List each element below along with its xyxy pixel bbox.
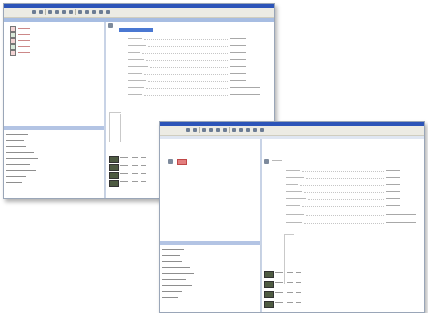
back-window-list: [4, 130, 105, 198]
list-item[interactable]: [6, 158, 38, 159]
property-row: [128, 52, 248, 54]
list-item[interactable]: [162, 267, 190, 268]
tree-item-label: [18, 28, 30, 29]
status-swatch: [264, 281, 274, 288]
cut-icon[interactable]: [216, 128, 220, 132]
bar-row: [264, 271, 324, 278]
list-item[interactable]: [162, 297, 178, 298]
property-row: [286, 198, 406, 200]
list-item[interactable]: [162, 279, 186, 280]
toolbar-separator: [45, 9, 46, 15]
list-item[interactable]: [6, 140, 24, 141]
tree-item-label: [18, 34, 30, 35]
list-item[interactable]: [6, 170, 36, 171]
front-window-list: [160, 245, 261, 312]
toolbar-separator: [199, 127, 200, 133]
status-swatch: [264, 271, 274, 278]
property-row: [128, 59, 248, 61]
back-window-tree-pane: [4, 22, 105, 126]
list-item[interactable]: [6, 134, 28, 135]
property-row: [286, 184, 406, 186]
folder-icon: [168, 159, 173, 164]
copy-icon[interactable]: [223, 128, 227, 132]
list-item[interactable]: [162, 255, 180, 256]
property-row: [128, 94, 268, 96]
property-row: [286, 177, 406, 179]
new-icon[interactable]: [32, 10, 36, 14]
list-item[interactable]: [6, 164, 30, 165]
property-row: [128, 80, 248, 82]
frame-border: [109, 112, 121, 113]
copy-icon[interactable]: [69, 10, 73, 14]
help-icon[interactable]: [106, 10, 110, 14]
header-row: [272, 160, 302, 162]
paste-icon[interactable]: [78, 10, 82, 14]
list-item[interactable]: [162, 261, 182, 262]
selected-tree-item[interactable]: [177, 159, 187, 165]
save-icon[interactable]: [48, 10, 52, 14]
front-window: [159, 121, 425, 313]
open-icon[interactable]: [39, 10, 43, 14]
tree-item-label: [18, 46, 30, 47]
undo-icon[interactable]: [239, 128, 243, 132]
frame-border: [109, 112, 110, 142]
new-icon[interactable]: [186, 128, 190, 132]
property-row: [128, 87, 268, 89]
toolbar-separator: [229, 127, 230, 133]
front-window-detail-pane: [262, 139, 424, 312]
status-swatch: [109, 180, 119, 187]
tree-item-label: [18, 40, 30, 41]
paste-icon[interactable]: [232, 128, 236, 132]
document-icon: [10, 50, 16, 56]
status-swatch: [264, 291, 274, 298]
property-row: [286, 191, 406, 193]
list-item[interactable]: [162, 273, 194, 274]
bar-row: [264, 281, 324, 288]
back-window-toolbar: [4, 8, 274, 18]
redo-icon[interactable]: [92, 10, 96, 14]
find-icon[interactable]: [253, 128, 257, 132]
folder-icon: [108, 23, 113, 28]
property-row: [128, 66, 248, 68]
property-row: [286, 214, 420, 216]
bar-row: [264, 291, 324, 298]
property-row: [286, 222, 420, 224]
status-swatch: [109, 156, 119, 163]
front-window-tree-pane: [160, 139, 261, 241]
find-icon[interactable]: [99, 10, 103, 14]
open-icon[interactable]: [193, 128, 197, 132]
status-swatch: [264, 301, 274, 308]
list-item[interactable]: [6, 146, 26, 147]
front-window-toolbar: [160, 126, 424, 136]
cut-icon[interactable]: [62, 10, 66, 14]
folder-icon: [264, 159, 269, 164]
property-row: [128, 73, 248, 75]
list-item[interactable]: [6, 176, 26, 177]
redo-icon[interactable]: [246, 128, 250, 132]
list-item[interactable]: [6, 152, 34, 153]
list-item[interactable]: [162, 249, 184, 250]
toolbar-separator: [75, 9, 76, 15]
print-icon[interactable]: [209, 128, 213, 132]
tree-item-label: [18, 52, 30, 53]
property-row: [286, 170, 406, 172]
selected-item[interactable]: [119, 28, 153, 32]
list-item[interactable]: [6, 182, 22, 183]
property-row: [286, 205, 406, 207]
list-item[interactable]: [162, 285, 192, 286]
status-swatch: [109, 172, 119, 179]
frame-border: [284, 234, 294, 235]
print-icon[interactable]: [55, 10, 59, 14]
undo-icon[interactable]: [85, 10, 89, 14]
property-row: [128, 38, 248, 40]
save-icon[interactable]: [202, 128, 206, 132]
property-row: [128, 45, 248, 47]
bar-row: [264, 301, 324, 308]
frame-border: [120, 114, 121, 142]
status-swatch: [109, 164, 119, 171]
list-item[interactable]: [162, 291, 182, 292]
help-icon[interactable]: [260, 128, 264, 132]
